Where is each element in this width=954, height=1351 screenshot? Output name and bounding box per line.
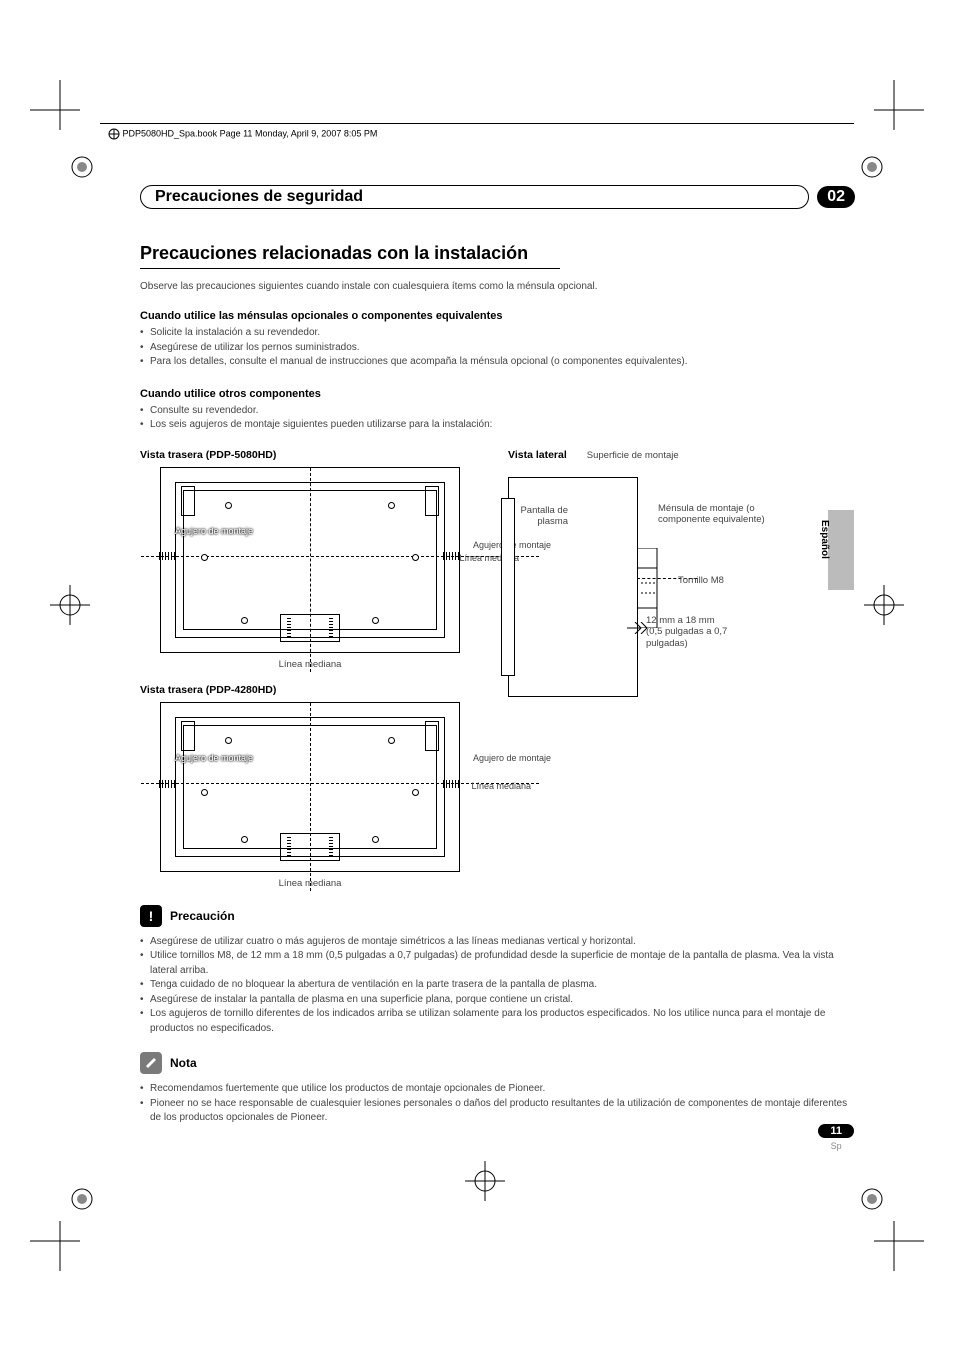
- list-item: Solicite la instalación a su revendedor.: [140, 326, 855, 341]
- running-header-text: PDP5080HD_Spa.book Page 11 Monday, April…: [123, 128, 378, 138]
- color-swatch-br: [860, 1187, 884, 1211]
- side-diagram: Pantalla de plasma Ménsula de montaje (o…: [508, 467, 768, 697]
- diagram-title-rear-5080: Vista trasera (PDP-5080HD): [140, 449, 480, 461]
- caution-title: Precaución: [170, 909, 235, 923]
- note-list: Recomendamos fuertemente que utilice los…: [140, 1082, 855, 1126]
- section-intro: Observe las precauciones siguientes cuan…: [140, 281, 855, 292]
- list-item: Los seis agujeros de montaje siguientes …: [140, 418, 855, 433]
- caution-list: Asegúrese de utilizar cuatro o más aguje…: [140, 935, 855, 1037]
- registration-mark-bottom-center: [465, 1161, 505, 1201]
- list-item: Asegúrese de utilizar cuatro o más aguje…: [140, 935, 855, 950]
- color-swatch-bl: [70, 1187, 94, 1211]
- section-rule: [140, 268, 560, 269]
- rear-diagram-4280: Agujero de montaje Agujero de montaje Lí…: [160, 702, 460, 872]
- label-mounting-surface: Superficie de montaje: [587, 450, 679, 461]
- crop-mark-tl: [30, 80, 90, 140]
- running-header: PDP5080HD_Spa.book Page 11 Monday, April…: [108, 128, 377, 140]
- label-mounting-hole-right-4280: Agujero de montaje: [473, 753, 551, 763]
- list-item: Los agujeros de tornillo diferentes de l…: [140, 1007, 855, 1036]
- subheading-other: Cuando utilice otros componentes: [140, 388, 855, 400]
- crop-mark-bl: [30, 1211, 90, 1271]
- diagram-title-rear-4280: Vista trasera (PDP-4280HD): [140, 684, 480, 696]
- registration-mark-left: [50, 585, 90, 625]
- label-plasma-display: Pantalla de plasma: [498, 505, 568, 529]
- other-bullets: Consulte su revendedor. Los seis agujero…: [140, 404, 855, 433]
- label-range-inches: (0,5 pulgadas a 0,7 pulgadas): [646, 626, 727, 649]
- label-bracket: Ménsula de montaje (o componente equival…: [658, 503, 768, 527]
- list-item: Asegúrese de utilizar los pernos suminis…: [140, 341, 855, 356]
- list-item: Consulte su revendedor.: [140, 404, 855, 419]
- list-item: Utilice tornillos M8, de 12 mm a 18 mm (…: [140, 949, 855, 978]
- subheading-brackets: Cuando utilice las ménsulas opcionales o…: [140, 310, 855, 322]
- chapter-title: Precauciones de seguridad: [140, 185, 809, 209]
- crop-mark-br: [864, 1211, 924, 1271]
- label-centerline-right-4280: Línea mediana: [471, 781, 531, 791]
- label-mounting-hole-left-4280: Agujero de montaje: [175, 753, 253, 763]
- header-rule: [100, 123, 854, 124]
- bracket-bullets: Solicite la instalación a su revendedor.…: [140, 326, 855, 370]
- label-mounting-hole-left: Agujero de montaje: [175, 526, 253, 536]
- rear-diagram-5080: Agujero de montaje Agujero de montaje Lí…: [160, 467, 460, 653]
- list-item: Para los detalles, consulte el manual de…: [140, 355, 855, 370]
- page-number-badge: 11: [818, 1124, 854, 1138]
- list-item: Tenga cuidado de no bloquear la abertura…: [140, 978, 855, 993]
- label-range-mm: 12 mm a 18 mm: [646, 615, 715, 626]
- page-language-code: Sp: [818, 1141, 854, 1151]
- note-icon: [140, 1052, 162, 1074]
- diagram-title-side: Vista lateral: [508, 449, 567, 461]
- color-swatch-tr: [860, 155, 884, 179]
- color-swatch-tl: [70, 155, 94, 179]
- section-title: Precauciones relacionadas con la instala…: [140, 243, 855, 264]
- caution-icon: !: [140, 905, 162, 927]
- crop-mark-tr: [864, 80, 924, 140]
- note-title: Nota: [170, 1056, 197, 1070]
- list-item: Pioneer no se hace responsable de cuales…: [140, 1097, 855, 1126]
- list-item: Recomendamos fuertemente que utilice los…: [140, 1082, 855, 1097]
- label-screw-m8: Tornillo M8: [678, 575, 724, 587]
- list-item: Asegúrese de instalar la pantalla de pla…: [140, 993, 855, 1008]
- registration-mark-right: [864, 585, 904, 625]
- chapter-number: 02: [817, 186, 855, 208]
